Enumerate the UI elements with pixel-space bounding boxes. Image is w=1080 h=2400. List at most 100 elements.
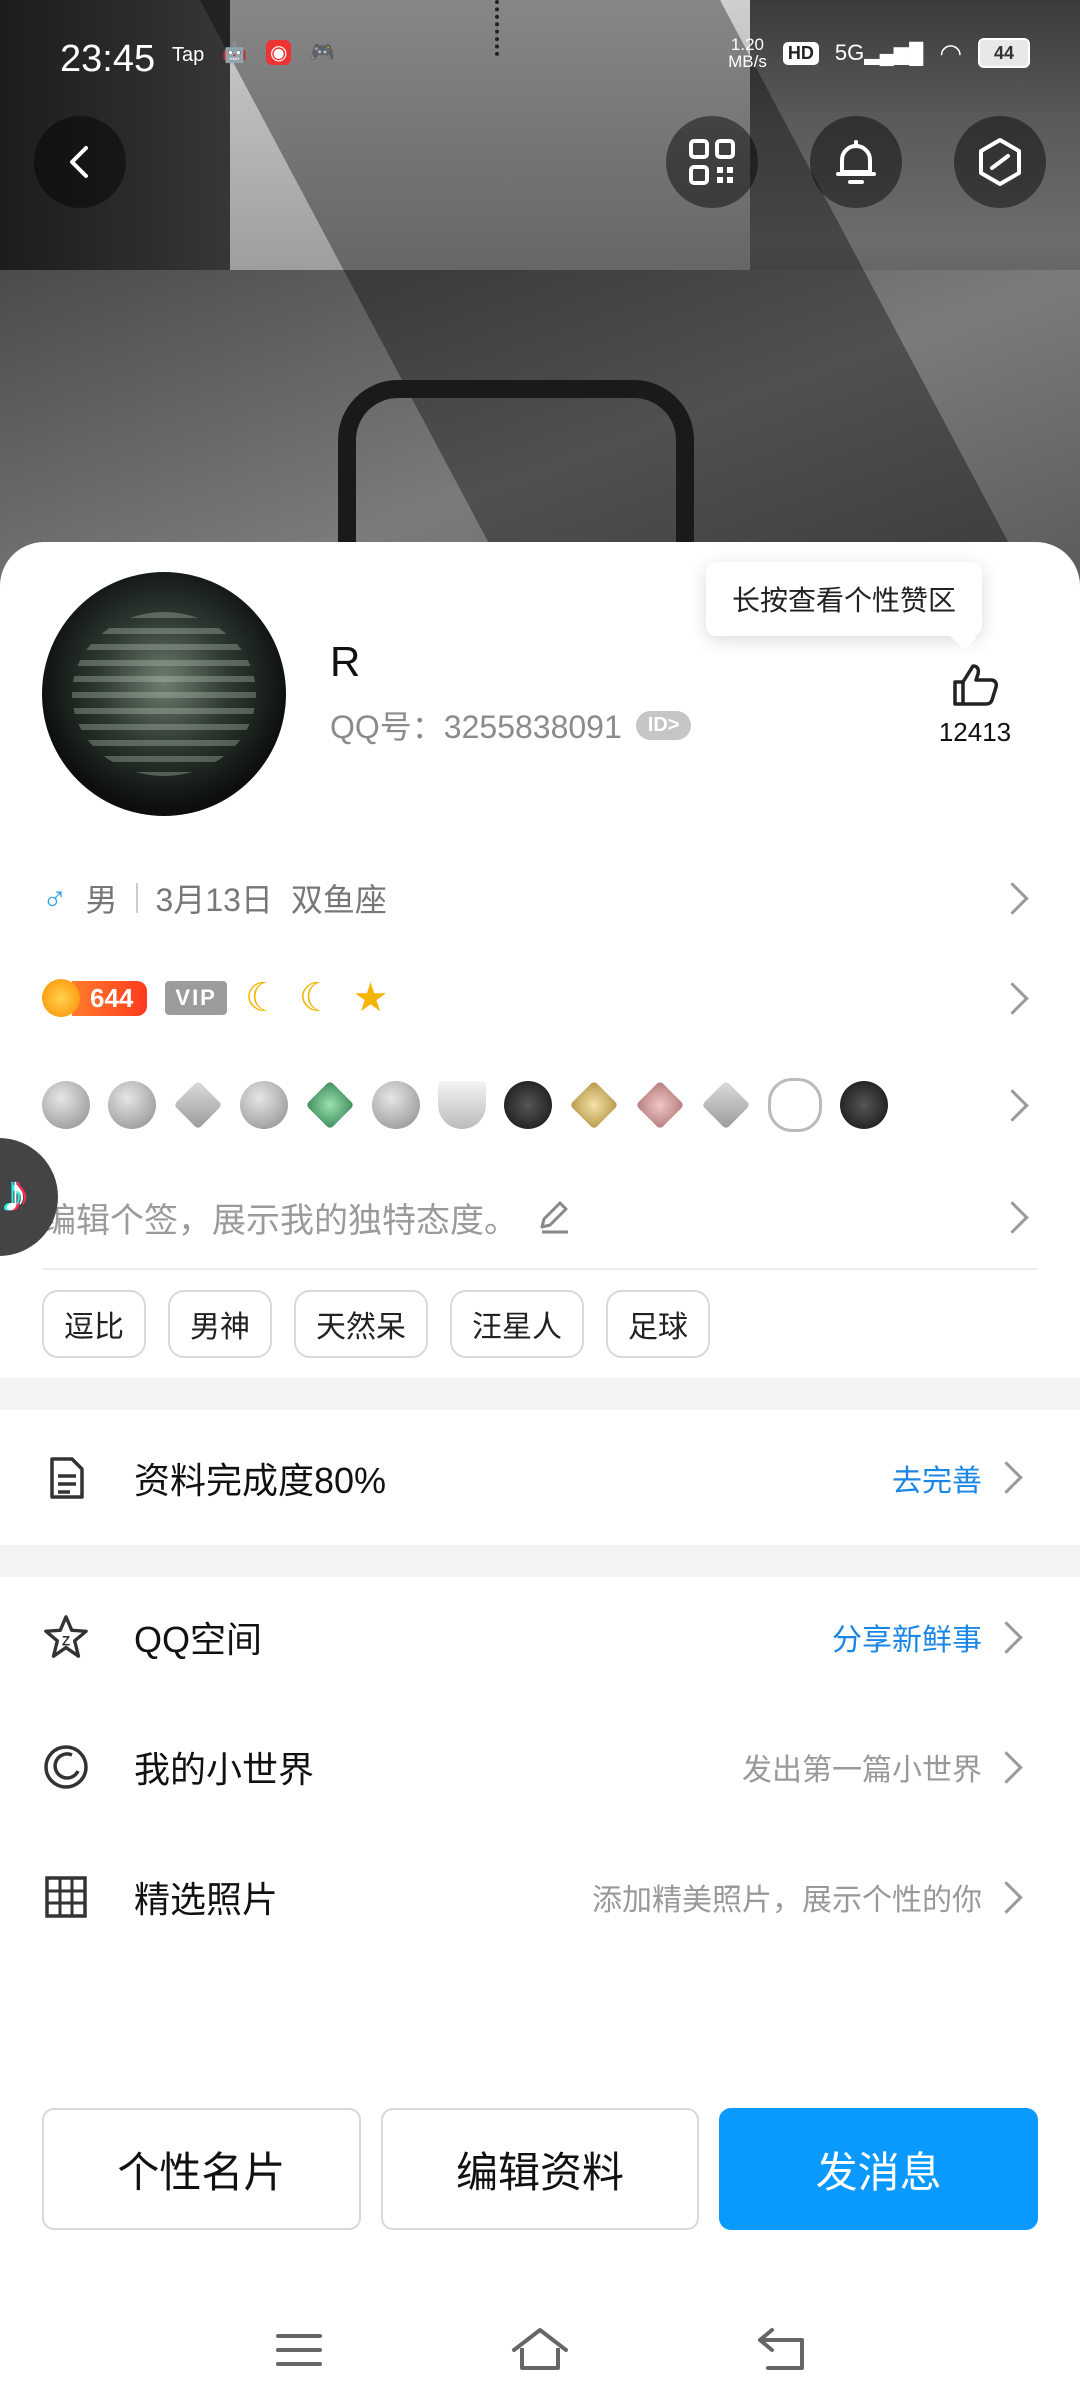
featured-photos-row[interactable]: 精选照片 添加精美照片，展示个性的你 bbox=[0, 1837, 1080, 1957]
avatar-pattern bbox=[72, 612, 256, 776]
hd-badge: HD bbox=[782, 41, 819, 65]
wifi-icon: ◠ bbox=[939, 37, 962, 68]
signature-row[interactable]: 编辑个签，展示我的独特态度。 bbox=[42, 1182, 1050, 1252]
status-time: 23:45 bbox=[60, 38, 156, 80]
v-medal-icon bbox=[438, 1081, 486, 1129]
basic-info-row[interactable]: ♂ 男 3月13日 双鱼座 bbox=[42, 868, 1050, 928]
send-message-button[interactable]: 发消息 bbox=[719, 2108, 1039, 2230]
qq-label: QQ号： bbox=[330, 709, 444, 745]
qzone-row[interactable]: Z QQ空间 分享新鲜事 bbox=[0, 1577, 1080, 1697]
back-nav-icon[interactable] bbox=[754, 2324, 810, 2374]
level-badge: 644 bbox=[42, 978, 148, 1018]
crown-penguin-medal-icon bbox=[504, 1081, 552, 1129]
chevron-right-icon bbox=[990, 1750, 1023, 1784]
birthday-text: 3月13日 bbox=[155, 882, 273, 918]
notification-button[interactable] bbox=[810, 116, 902, 208]
chevron-right-icon bbox=[996, 981, 1029, 1015]
home-icon[interactable] bbox=[510, 2324, 570, 2374]
gold-gem-medal-icon bbox=[569, 1080, 619, 1130]
male-icon: ♂ bbox=[42, 878, 68, 917]
chevron-right-icon bbox=[996, 881, 1029, 915]
svg-text:Z: Z bbox=[62, 1634, 70, 1649]
like-button[interactable]: 12413 bbox=[920, 662, 1030, 748]
hat-medal-icon bbox=[240, 1081, 288, 1129]
net-speed: 1.20 MB/s bbox=[728, 35, 767, 71]
tag-item[interactable]: 男神 bbox=[168, 1290, 272, 1358]
moon-icon: ☾ bbox=[298, 976, 335, 1020]
hat-medal-icon bbox=[372, 1081, 420, 1129]
small-world-row[interactable]: 我的小世界 发出第一篇小世界 bbox=[0, 1707, 1080, 1827]
back-button[interactable] bbox=[34, 116, 126, 208]
tag-list: 逗比 男神 天然呆 汪星人 足球 bbox=[42, 1290, 710, 1358]
vip-badge: VIP bbox=[165, 981, 227, 1015]
qzone-action[interactable]: 分享新鲜事 bbox=[832, 1615, 982, 1659]
like-count: 12413 bbox=[938, 717, 1012, 747]
medals-row[interactable] bbox=[42, 1070, 1050, 1140]
zodiac-text: 双鱼座 bbox=[290, 882, 387, 918]
signal-icon: ▂▄▆█ bbox=[864, 43, 924, 65]
small-world-hint: 发出第一篇小世界 bbox=[742, 1754, 982, 1787]
cf-medal-icon bbox=[840, 1081, 888, 1129]
like-zone-tooltip: 长按查看个性赞区 bbox=[706, 562, 983, 650]
signature-placeholder: 编辑个签，展示我的独特态度。 bbox=[42, 1201, 518, 1240]
music-app-icon: ◉ bbox=[266, 40, 292, 65]
completion-action[interactable]: 去完善 bbox=[892, 1456, 982, 1500]
green-gem-medal-icon bbox=[305, 1080, 355, 1130]
system-nav-bar bbox=[0, 2300, 1080, 2400]
section-divider bbox=[0, 1378, 1080, 1410]
thumbs-up-icon bbox=[953, 664, 998, 706]
medal-icon bbox=[42, 1081, 90, 1129]
status-right: 1.20 MB/s HD 5G▂▄▆█ ◠ 44 bbox=[728, 36, 1030, 70]
separator bbox=[135, 883, 138, 913]
star-icon: ★ bbox=[352, 976, 389, 1020]
tag-item[interactable]: 汪星人 bbox=[450, 1290, 584, 1358]
diamond-medal-icon bbox=[173, 1080, 223, 1130]
qzone-title: QQ空间 bbox=[134, 1619, 263, 1660]
action-bar: 个性名片 编辑资料 发消息 bbox=[42, 2108, 1039, 2230]
tag-item[interactable]: 天然呆 bbox=[294, 1290, 428, 1358]
divider bbox=[42, 1268, 1038, 1270]
qr-code-button[interactable] bbox=[666, 116, 758, 208]
gender-text: 男 bbox=[85, 882, 118, 918]
completion-title: 资料完成度80% bbox=[134, 1459, 387, 1501]
status-bar: 23:45 Tap 🤖 ◉ 🎮 1.20 MB/s HD 5G▂▄▆█ ◠ 44 bbox=[0, 0, 1080, 120]
profile-card-button[interactable]: 个性名片 bbox=[42, 2108, 361, 2230]
profile-name: R bbox=[330, 638, 361, 685]
level-number: 644 bbox=[72, 980, 148, 1016]
pencil-icon bbox=[540, 1201, 568, 1234]
android-icon: 🤖 bbox=[222, 42, 247, 64]
qq-number-row[interactable]: QQ号：3255838091 ID> bbox=[330, 702, 692, 748]
settings-button[interactable] bbox=[954, 116, 1046, 208]
tag-item[interactable]: 逗比 bbox=[42, 1290, 146, 1358]
sun-icon bbox=[42, 979, 80, 1017]
chevron-right-icon bbox=[990, 1461, 1023, 1494]
chevron-right-icon bbox=[996, 1088, 1029, 1122]
small-world-title: 我的小世界 bbox=[134, 1749, 315, 1790]
qq-number: 3255838091 bbox=[443, 709, 622, 745]
chevron-right-icon bbox=[990, 1880, 1023, 1914]
bell-icon bbox=[836, 140, 876, 184]
penguin-medal-icon bbox=[108, 1081, 156, 1129]
profile-completion-row[interactable]: 资料完成度80% 去完善 bbox=[0, 1410, 1080, 1545]
grid-photo-icon bbox=[42, 1873, 90, 1921]
edit-profile-button[interactable]: 编辑资料 bbox=[380, 2108, 700, 2230]
chevron-left-icon bbox=[70, 146, 88, 178]
chevron-right-icon bbox=[996, 1200, 1029, 1234]
avatar[interactable] bbox=[42, 572, 286, 816]
menu-icon[interactable] bbox=[274, 2330, 324, 2370]
cloud-medal-icon bbox=[768, 1078, 822, 1132]
status-app-label: Tap bbox=[172, 44, 205, 66]
level-row[interactable]: 644 VIP ☾ ☾ ★ bbox=[42, 968, 1050, 1028]
section-divider bbox=[0, 1545, 1080, 1577]
featured-photos-hint: 添加精美照片，展示个性的你 bbox=[592, 1884, 982, 1917]
game-app-icon: 🎮 bbox=[310, 42, 335, 64]
network-type: 5G▂▄▆█ bbox=[834, 40, 924, 65]
chevron-right-icon bbox=[990, 1620, 1023, 1654]
circle-world-icon bbox=[42, 1743, 90, 1791]
moon-icon: ☾ bbox=[244, 976, 281, 1020]
hexagon-settings-icon bbox=[979, 138, 1021, 186]
tag-item[interactable]: 足球 bbox=[606, 1290, 710, 1358]
id-badge[interactable]: ID> bbox=[635, 710, 692, 740]
tiktok-icon: ♪ bbox=[2, 1165, 28, 1223]
document-icon bbox=[42, 1454, 90, 1502]
